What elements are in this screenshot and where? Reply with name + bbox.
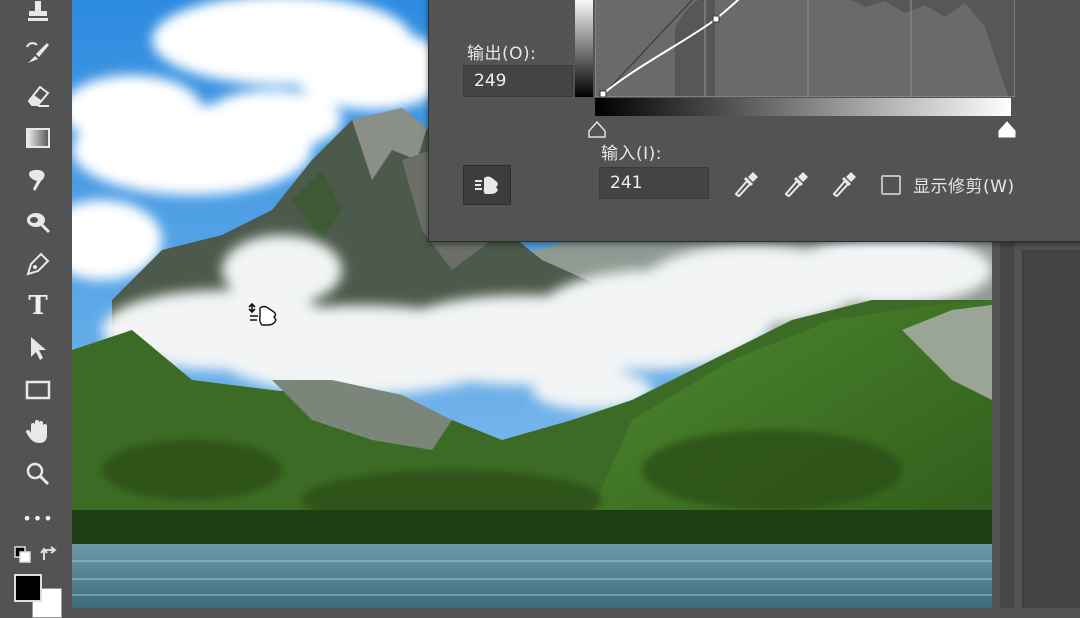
show-clipping-label: 显示修剪(W) xyxy=(913,177,1015,197)
targeted-adjustment-button[interactable] xyxy=(463,165,511,205)
curve-line[interactable] xyxy=(602,0,745,95)
panel-divider xyxy=(1000,240,1014,608)
curves-dialog: 输出(O): 249 输入(I): 241 显示修剪(W) xyxy=(428,0,1080,242)
output-label: 输出(O): xyxy=(467,44,537,64)
type-tool[interactable]: T xyxy=(12,288,64,324)
more-tools-icon: ••• xyxy=(22,508,54,528)
eraser-icon xyxy=(27,85,50,107)
input-label: 输入(I): xyxy=(601,144,663,164)
hand-tool[interactable] xyxy=(12,414,64,450)
black-point-slider[interactable] xyxy=(587,121,607,139)
curve-graph[interactable] xyxy=(595,0,1015,97)
black-point-eyedropper-icon[interactable] xyxy=(731,169,761,199)
output-field[interactable]: 249 xyxy=(463,65,573,97)
gradient-tool[interactable] xyxy=(12,120,64,156)
targeted-adjustment-icon xyxy=(475,176,498,194)
show-clipping-checkbox[interactable] xyxy=(881,175,901,195)
clone-stamp-tool[interactable] xyxy=(12,0,64,30)
default-colors-icon[interactable] xyxy=(14,546,32,564)
hand-icon xyxy=(26,420,47,443)
gray-point-eyedropper-icon[interactable] xyxy=(781,169,811,199)
white-point-slider[interactable] xyxy=(997,121,1017,139)
tools-panel: T ••• xyxy=(0,0,72,618)
blur-icon xyxy=(29,169,45,191)
dodge-tool[interactable] xyxy=(12,204,64,240)
input-gradient-bar xyxy=(595,98,1011,116)
zoom-icon xyxy=(26,462,50,486)
type-icon: T xyxy=(28,291,48,321)
input-field[interactable]: 241 xyxy=(599,167,709,199)
history-brush-icon xyxy=(26,42,49,63)
targeted-adjustment-cursor-icon xyxy=(248,302,277,326)
zoom-tool[interactable] xyxy=(12,456,64,492)
gradient-icon xyxy=(26,128,50,148)
panel-strip xyxy=(1022,250,1080,608)
foreground-color-swatch[interactable] xyxy=(14,574,42,602)
clone-stamp-icon xyxy=(28,1,48,21)
curve-point[interactable] xyxy=(712,15,720,23)
more-tools-button[interactable]: ••• xyxy=(12,500,64,536)
pen-icon xyxy=(26,252,50,276)
dodge-icon xyxy=(27,213,51,234)
pen-tool[interactable] xyxy=(12,246,64,282)
curve-point[interactable] xyxy=(599,90,607,97)
rectangle-icon xyxy=(25,380,51,400)
eraser-tool[interactable] xyxy=(12,78,64,114)
white-point-eyedropper-icon[interactable] xyxy=(829,169,859,199)
path-selection-tool[interactable] xyxy=(12,330,64,366)
curve-graph-canvas xyxy=(595,0,1015,97)
history-brush-tool[interactable] xyxy=(12,36,64,72)
output-gradient-bar xyxy=(575,0,593,97)
path-selection-icon xyxy=(31,337,46,360)
blur-tool[interactable] xyxy=(12,162,64,198)
rectangle-tool[interactable] xyxy=(12,372,64,408)
swap-colors-icon[interactable] xyxy=(40,546,60,564)
